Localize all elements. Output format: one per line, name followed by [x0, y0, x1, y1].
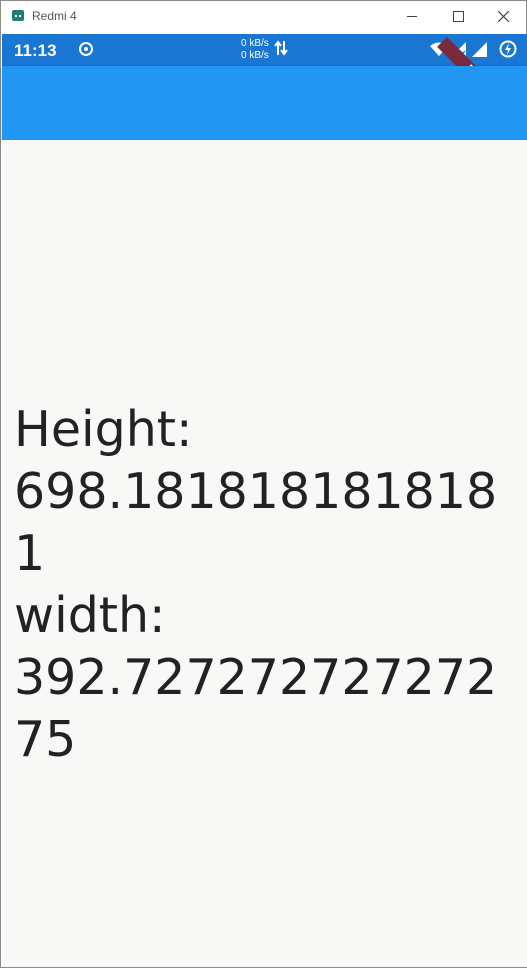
close-icon: [498, 11, 509, 22]
maximize-icon: [453, 11, 464, 22]
record-icon: [79, 42, 93, 56]
minimize-icon: [407, 16, 417, 17]
battery-charging-icon: [499, 40, 517, 58]
status-time: 11:13: [14, 41, 57, 60]
close-button[interactable]: [481, 1, 527, 33]
width-value: 392.72727272727275: [14, 649, 498, 768]
width-label: width:: [14, 587, 166, 644]
data-transfer-arrows-icon: [274, 40, 288, 56]
emulator-window: Redmi 4 11:13 0 kB/s 0 kB/s Height: 698.…: [0, 0, 527, 968]
cellular-signal-no-data-icon: [472, 42, 487, 57]
network-speed: 0 kB/s 0 kB/s: [241, 38, 269, 62]
app-bar: [2, 66, 527, 140]
download-speed: 0 kB/s: [241, 50, 269, 61]
window-title: Redmi 4: [32, 9, 77, 23]
height-value: 698.1818181818181: [14, 463, 498, 582]
android-app-icon: [12, 10, 24, 21]
upload-speed: 0 kB/s: [241, 38, 269, 49]
maximize-button[interactable]: [435, 1, 481, 33]
minimize-button[interactable]: [389, 1, 435, 33]
window-titlebar[interactable]: Redmi 4: [1, 1, 526, 33]
height-label: Height:: [14, 401, 193, 458]
screen-dimensions-text: Height: 698.1818181818181 width: 392.727…: [14, 399, 514, 771]
